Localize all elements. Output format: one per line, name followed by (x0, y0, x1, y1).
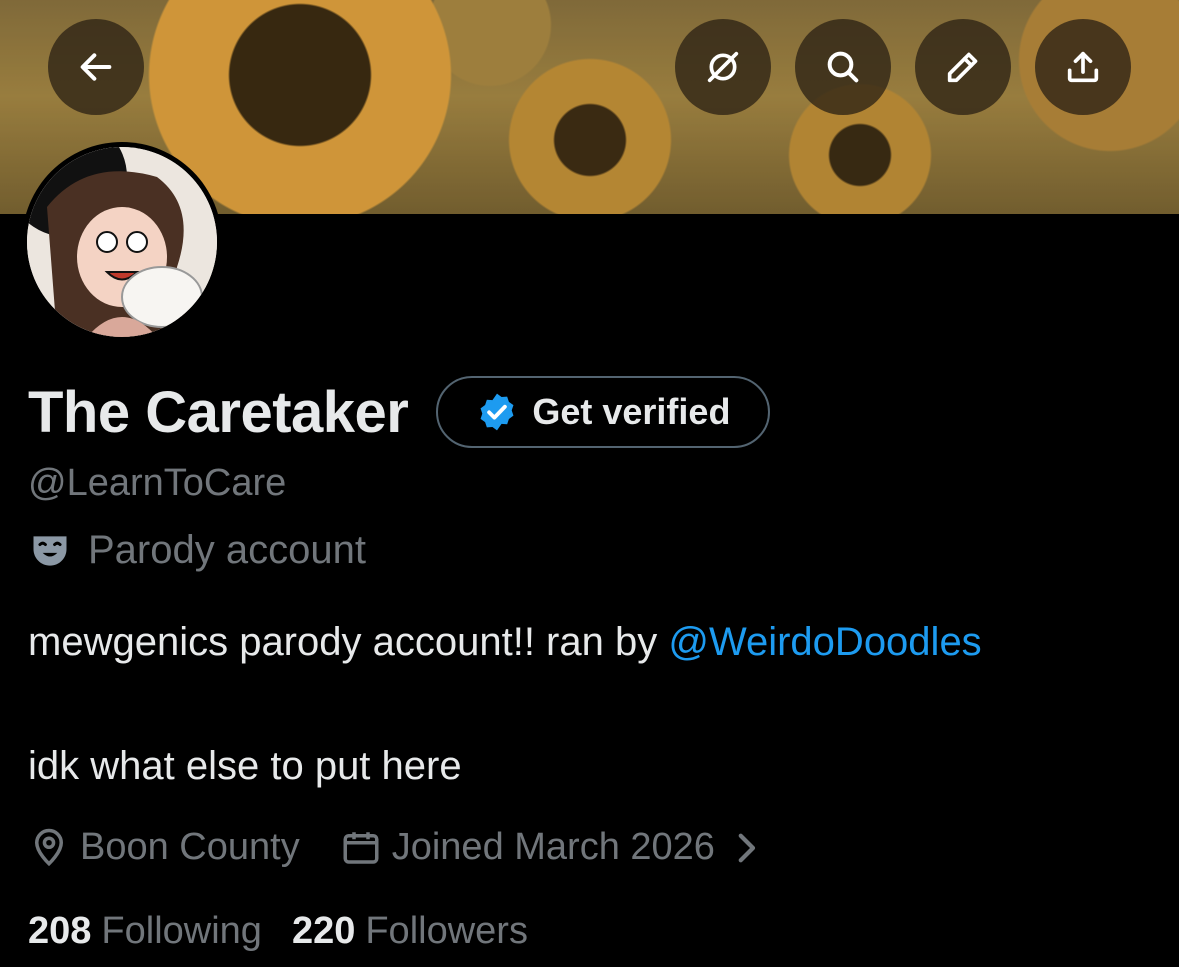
followers-label: Followers (365, 910, 528, 952)
arrow-left-icon (80, 53, 112, 81)
chevron-right-icon (738, 833, 756, 862)
theater-mask-icon (33, 535, 67, 566)
follow-counts: 208 Following 220 Followers (28, 910, 528, 953)
following-count: 208 (28, 910, 92, 952)
grok-icon (707, 51, 739, 83)
share-upload-icon (1067, 51, 1099, 83)
parody-label-row: Parody account (28, 528, 366, 573)
joined-text: Joined March 2026 (391, 826, 715, 868)
bio-text: mewgenics parody account!! ran by (28, 620, 669, 664)
handle: @LearnToCare (28, 462, 287, 504)
joined-date[interactable]: Joined March 2026 (340, 826, 767, 869)
calendar-icon (343, 831, 379, 864)
parody-label: Parody account (88, 528, 366, 572)
profile-meta: Boon County Joined March 2026 (28, 826, 807, 869)
get-verified-button[interactable]: Get verified (436, 376, 771, 448)
avatar-illustration (27, 147, 217, 337)
get-verified-label: Get verified (532, 391, 731, 432)
location: Boon County (28, 826, 300, 869)
search-icon (827, 51, 859, 83)
grok-button[interactable] (675, 19, 771, 115)
pencil-icon (947, 52, 978, 83)
avatar-image (27, 147, 217, 337)
search-button[interactable] (795, 19, 891, 115)
back-button[interactable] (48, 19, 144, 115)
followers-count: 220 (291, 910, 356, 952)
verified-badge-icon (480, 393, 514, 431)
name-row: The Caretaker Get verified (28, 376, 771, 448)
share-button[interactable] (1035, 19, 1131, 115)
avatar[interactable] (22, 142, 222, 342)
bio-line-1: mewgenics parody account!! ran by @Weird… (28, 620, 982, 665)
display-name: The Caretaker (28, 379, 409, 445)
bio-line-2: idk what else to put here (28, 744, 462, 788)
location-pin-icon (34, 828, 64, 866)
bio-mention-link[interactable]: @WeirdoDoodles (668, 620, 981, 664)
edit-button[interactable] (915, 19, 1011, 115)
following-link[interactable]: 208 Following (28, 910, 262, 953)
followers-link[interactable]: 220 Followers (292, 910, 528, 953)
following-label: Following (101, 910, 262, 952)
location-text: Boon County (80, 826, 300, 868)
